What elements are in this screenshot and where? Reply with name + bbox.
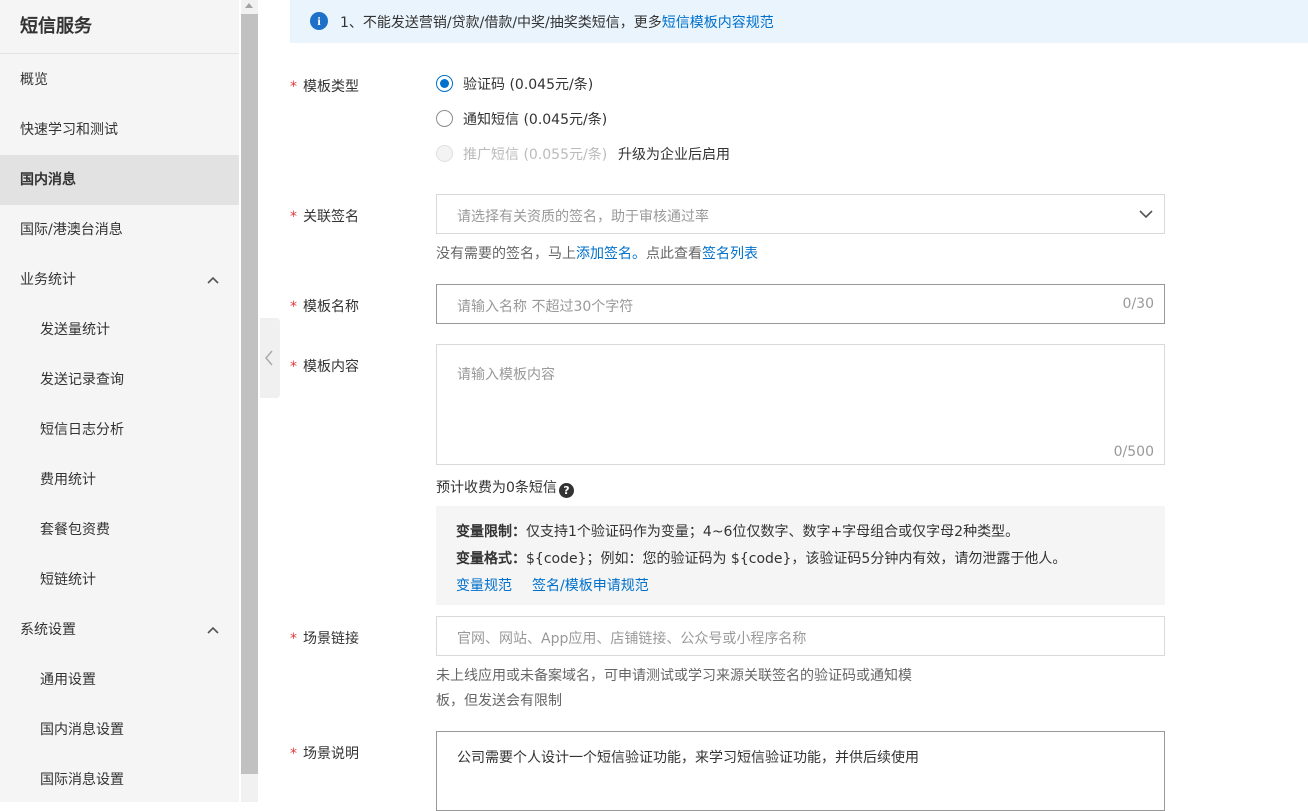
sidebar-item-cost-stats[interactable]: 费用统计 xyxy=(0,455,239,505)
sidebar-item-domestic-settings[interactable]: 国内消息设置 xyxy=(0,705,239,755)
variable-format-line: 变量格式：${code}；例如：您的验证码为 ${code}，该验证码5分钟内有… xyxy=(456,551,1067,567)
required-mark: * xyxy=(290,631,297,647)
chevron-up-icon xyxy=(207,276,219,284)
required-mark: * xyxy=(290,746,297,762)
sidebar-group-business-stats[interactable]: 业务统计 xyxy=(0,255,239,305)
rule-links: 变量规范 签名/模板申请规范 xyxy=(456,575,649,595)
sidebar-item-send-records[interactable]: 发送记录查询 xyxy=(0,355,239,405)
scene-link-placeholder: 官网、网站、App应用、店铺链接、公众号或小程序名称 xyxy=(457,631,807,647)
required-mark: * xyxy=(290,359,297,375)
signature-placeholder: 请选择有关资质的签名，助于审核通过率 xyxy=(457,209,709,225)
radio-unchecked[interactable] xyxy=(436,110,453,127)
signature-list-link[interactable]: 签名列表 xyxy=(702,246,758,262)
notice-banner: i 1、不能发送营销/贷款/借款/中奖/抽奖类短信，更多短信模板内容规范 xyxy=(290,0,1308,43)
sidebar-title: 短信服务 xyxy=(0,0,239,54)
sidebar: 短信服务 概览 快速学习和测试 国内消息 国际/港澳台消息 业务统计 发送量统计… xyxy=(0,0,239,802)
scene-desc-label: * 场景说明 xyxy=(290,746,359,762)
scene-link-help-line1: 未上线应用或未备案域名，可申请测试或学习来源关联签名的验证码或通知模 xyxy=(436,668,912,684)
sidebar-item-international[interactable]: 国际/港澳台消息 xyxy=(0,205,239,255)
question-icon[interactable]: ? xyxy=(558,483,574,498)
signature-select[interactable]: 请选择有关资质的签名，助于审核通过率 xyxy=(436,194,1165,234)
template-content-placeholder: 请输入模板内容 xyxy=(457,367,555,383)
add-signature-link[interactable]: 添加签名。 xyxy=(576,246,646,262)
sidebar-group-system-settings[interactable]: 系统设置 xyxy=(0,605,239,655)
radio-disabled xyxy=(436,145,453,162)
application-spec-link[interactable]: 签名/模板申请规范 xyxy=(532,578,649,594)
sidebar-collapse-button[interactable] xyxy=(260,318,280,398)
scene-desc-value: 公司需要个人设计一个短信验证功能，来学习短信验证功能，并供后续使用 xyxy=(457,750,919,766)
chevron-down-icon[interactable] xyxy=(1138,208,1154,220)
sidebar-item-domestic[interactable]: 国内消息 xyxy=(0,155,239,205)
content-spec-link[interactable]: 短信模板内容规范 xyxy=(662,15,774,31)
template-content-textarea[interactable]: 请输入模板内容 0/500 xyxy=(436,344,1165,465)
scroll-up-arrow-icon[interactable] xyxy=(245,3,253,8)
char-counter: 0/30 xyxy=(1122,296,1154,312)
estimate-text: 预计收费为0条短信? xyxy=(436,477,574,498)
sidebar-item-international-settings[interactable]: 国际消息设置 xyxy=(0,755,239,805)
template-name-input[interactable]: 请输入名称 不超过30个字符 0/30 xyxy=(436,284,1165,324)
sidebar-scrollbar[interactable] xyxy=(241,0,258,802)
chevron-left-icon xyxy=(265,350,273,366)
required-mark: * xyxy=(290,299,297,315)
scene-link-help-line2: 板，但发送会有限制 xyxy=(436,693,562,709)
template-type-label: * 模板类型 xyxy=(290,79,359,95)
sidebar-item-send-volume[interactable]: 发送量统计 xyxy=(0,305,239,355)
scene-link-label: * 场景链接 xyxy=(290,631,359,647)
radio-checked[interactable] xyxy=(436,75,453,92)
sidebar-group-label: 业务统计 xyxy=(20,272,76,288)
required-mark: * xyxy=(290,209,297,225)
sidebar-item-log-analysis[interactable]: 短信日志分析 xyxy=(0,405,239,455)
variable-rules-box: 变量限制：仅支持1个验证码作为变量；4~6位仅数字、数字+字母组合或仅字母2种类… xyxy=(436,506,1165,605)
template-name-placeholder: 请输入名称 不超过30个字符 xyxy=(457,299,634,315)
required-mark: * xyxy=(290,79,297,95)
scene-desc-textarea[interactable]: 公司需要个人设计一个短信验证功能，来学习短信验证功能，并供后续使用 xyxy=(436,731,1165,811)
sidebar-group-label: 系统设置 xyxy=(20,622,76,638)
scene-link-input[interactable]: 官网、网站、App应用、店铺链接、公众号或小程序名称 xyxy=(436,616,1165,656)
char-counter: 0/500 xyxy=(1113,444,1154,460)
notice-text: 1、不能发送营销/贷款/借款/中奖/抽奖类短信，更多短信模板内容规范 xyxy=(340,15,774,31)
variable-spec-link[interactable]: 变量规范 xyxy=(456,578,512,594)
sidebar-item-short-link-stats[interactable]: 短链统计 xyxy=(0,555,239,605)
sidebar-item-general-settings[interactable]: 通用设置 xyxy=(0,655,239,705)
signature-help: 没有需要的签名，马上添加签名。点此查看签名列表 xyxy=(436,246,758,262)
sidebar-item-overview[interactable]: 概览 xyxy=(0,55,239,105)
chevron-up-icon xyxy=(207,626,219,634)
template-content-label: * 模板内容 xyxy=(290,359,359,375)
variable-limit-line: 变量限制：仅支持1个验证码作为变量；4~6位仅数字、数字+字母组合或仅字母2种类… xyxy=(456,524,1020,540)
upgrade-note: 升级为企业后启用 xyxy=(618,147,730,163)
info-icon: i xyxy=(310,12,328,30)
sidebar-item-quick-learn[interactable]: 快速学习和测试 xyxy=(0,105,239,155)
scrollbar-thumb[interactable] xyxy=(241,14,258,774)
sidebar-item-package-pricing[interactable]: 套餐包资费 xyxy=(0,505,239,555)
signature-label: * 关联签名 xyxy=(290,209,359,225)
template-name-label: * 模板名称 xyxy=(290,299,359,315)
